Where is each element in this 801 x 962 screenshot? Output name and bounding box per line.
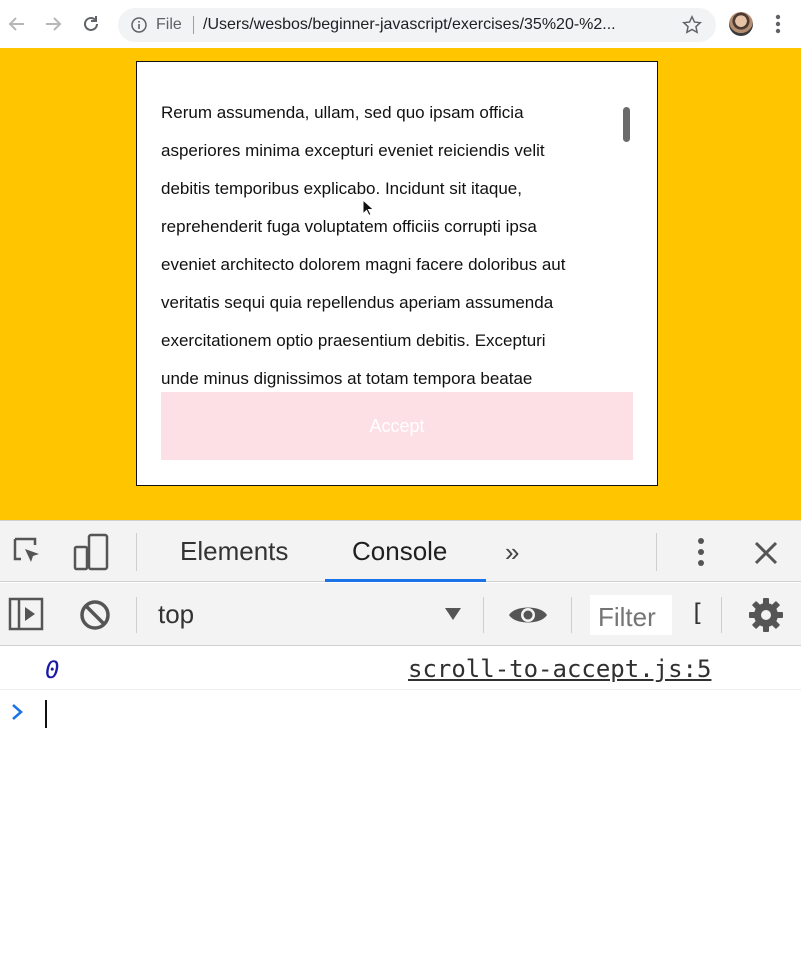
forward-button[interactable] xyxy=(42,12,64,36)
devtools-tab-bar: Elements Console » xyxy=(0,520,801,582)
arrow-right-icon xyxy=(46,17,62,31)
terms-line: eveniet architecto dolorem magni facere … xyxy=(161,255,566,274)
terms-line: asperiores minima excepturi eveniet reic… xyxy=(161,141,545,160)
toolbar-divider xyxy=(656,533,657,571)
accept-button[interactable]: Accept xyxy=(161,392,633,460)
log-value: 0 xyxy=(45,656,60,684)
device-toolbar-button[interactable] xyxy=(70,533,112,571)
mouse-pointer-icon xyxy=(362,199,374,217)
toolbar-divider xyxy=(571,597,572,633)
terms-line: debitis temporibus explicabo. Incidunt s… xyxy=(161,179,522,198)
tab-console[interactable]: Console xyxy=(352,536,447,567)
reload-icon xyxy=(84,16,98,31)
dropdown-arrow-icon[interactable] xyxy=(444,607,462,621)
url-text[interactable]: /Users/wesbos/beginner-javascript/exerci… xyxy=(203,16,663,34)
more-tabs-button[interactable]: » xyxy=(505,537,519,568)
more-vert-icon[interactable] xyxy=(771,12,785,36)
devtools-panel: Elements Console » top Filter [ 0 scroll… xyxy=(0,520,801,962)
sidebar-toggle-icon[interactable] xyxy=(8,597,44,631)
console-toolbar: top Filter [ xyxy=(0,583,801,646)
console-message: 0 scroll-to-accept.js:5 xyxy=(0,647,801,690)
back-button[interactable] xyxy=(6,12,28,36)
terms-line: exercitationem optio praesentium debitis… xyxy=(161,331,546,350)
browser-toolbar: File /Users/wesbos/beginner-javascript/e… xyxy=(0,0,801,48)
terms-and-conditions[interactable]: Rerum assumenda, ullam, sed quo ipsam of… xyxy=(136,61,658,486)
log-source-link[interactable]: scroll-to-accept.js:5 xyxy=(408,655,711,683)
bookmark-star-icon[interactable] xyxy=(681,14,703,36)
divider xyxy=(193,16,194,34)
active-tab-indicator xyxy=(325,579,486,582)
console-prompt[interactable] xyxy=(0,692,801,732)
inspect-element-button[interactable] xyxy=(10,535,46,569)
terms-line: reprehenderit fuga voluptatem officiis c… xyxy=(161,217,537,236)
toolbar-divider xyxy=(721,597,722,633)
filter-placeholder: Filter xyxy=(598,602,656,632)
log-levels-overflow[interactable]: [ xyxy=(690,599,704,627)
arrow-left-icon xyxy=(8,17,24,31)
clear-console-icon[interactable] xyxy=(78,598,112,632)
gear-icon[interactable] xyxy=(748,597,784,633)
address-bar[interactable]: File /Users/wesbos/beginner-javascript/e… xyxy=(118,8,716,42)
inspect-element-icon xyxy=(13,537,39,562)
reload-button[interactable] xyxy=(80,12,102,36)
scheme-label: File xyxy=(156,16,182,33)
page-viewport: Rerum assumenda, ullam, sed quo ipsam of… xyxy=(0,48,801,520)
customize-menu-icon[interactable] xyxy=(692,535,710,569)
terms-line: Rerum assumenda, ullam, sed quo ipsam of… xyxy=(161,103,524,122)
toolbar-divider xyxy=(136,533,137,571)
toolbar-divider xyxy=(136,597,137,633)
text-cursor xyxy=(45,700,47,728)
terms-text: Rerum assumenda, ullam, sed quo ipsam of… xyxy=(161,94,631,398)
scrollbar-thumb[interactable] xyxy=(623,107,630,142)
terms-line: veritatis sequi quia repellendus aperiam… xyxy=(161,293,554,312)
close-icon[interactable] xyxy=(752,539,780,567)
avatar[interactable] xyxy=(729,12,753,36)
toolbar-divider xyxy=(483,597,484,633)
info-icon[interactable] xyxy=(131,17,147,33)
chevron-right-icon xyxy=(12,704,23,720)
filter-input[interactable]: Filter xyxy=(590,595,672,635)
context-selector[interactable]: top xyxy=(158,599,194,630)
live-expression-eye-icon[interactable] xyxy=(507,601,549,629)
tab-elements[interactable]: Elements xyxy=(180,536,288,567)
device-mobile-icon xyxy=(73,533,109,571)
console-input[interactable] xyxy=(44,700,744,726)
